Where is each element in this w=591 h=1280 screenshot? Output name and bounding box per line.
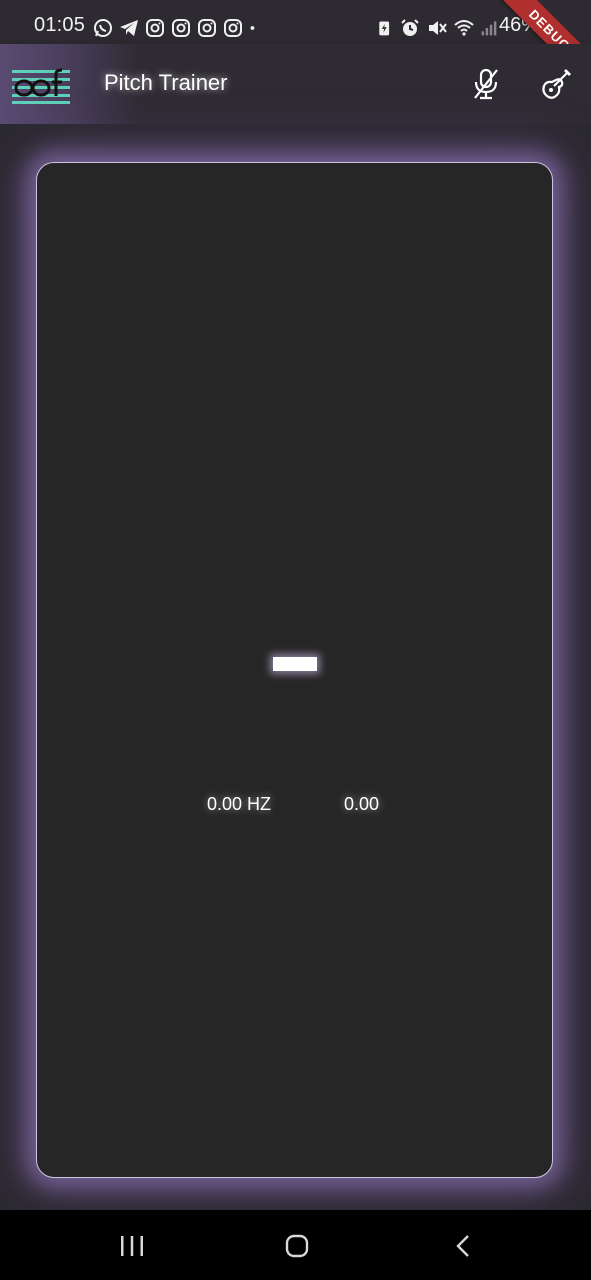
guitar-icon (542, 69, 571, 99)
mic-toggle-button[interactable] (466, 64, 506, 104)
cents-readout: 0.00 (344, 794, 380, 814)
whatsapp-icon (94, 19, 112, 37)
back-icon (456, 1235, 469, 1257)
recents-button[interactable] (112, 1230, 152, 1262)
app-bar: Pitch Trainer (0, 44, 591, 124)
status-time: 01:05 (34, 14, 86, 36)
notification-icons (92, 17, 262, 39)
frequency-readout: 0.00 HZ (207, 794, 272, 814)
instagram-icon (224, 19, 242, 37)
mic-off-icon (474, 68, 498, 100)
instagram-icon (198, 19, 216, 37)
home-button[interactable] (277, 1230, 317, 1262)
home-icon (285, 1234, 309, 1258)
guitar-button[interactable] (536, 64, 576, 104)
instagram-icon (172, 19, 190, 37)
system-nav-bar (0, 1210, 591, 1280)
battery-saver-icon (379, 21, 390, 36)
recents-icon (121, 1236, 143, 1256)
mute-icon (429, 21, 447, 35)
staff-logo-icon (12, 68, 70, 104)
alarm-icon (401, 19, 419, 36)
pitch-indicator-bar (273, 657, 317, 671)
system-icons (376, 17, 498, 39)
dot-icon (250, 26, 255, 30)
wifi-icon (454, 20, 474, 36)
signal-icon (481, 21, 497, 36)
instagram-icon (146, 19, 164, 37)
telegram-icon (120, 20, 138, 36)
page-title: Pitch Trainer (104, 70, 228, 95)
back-button[interactable] (444, 1230, 484, 1262)
